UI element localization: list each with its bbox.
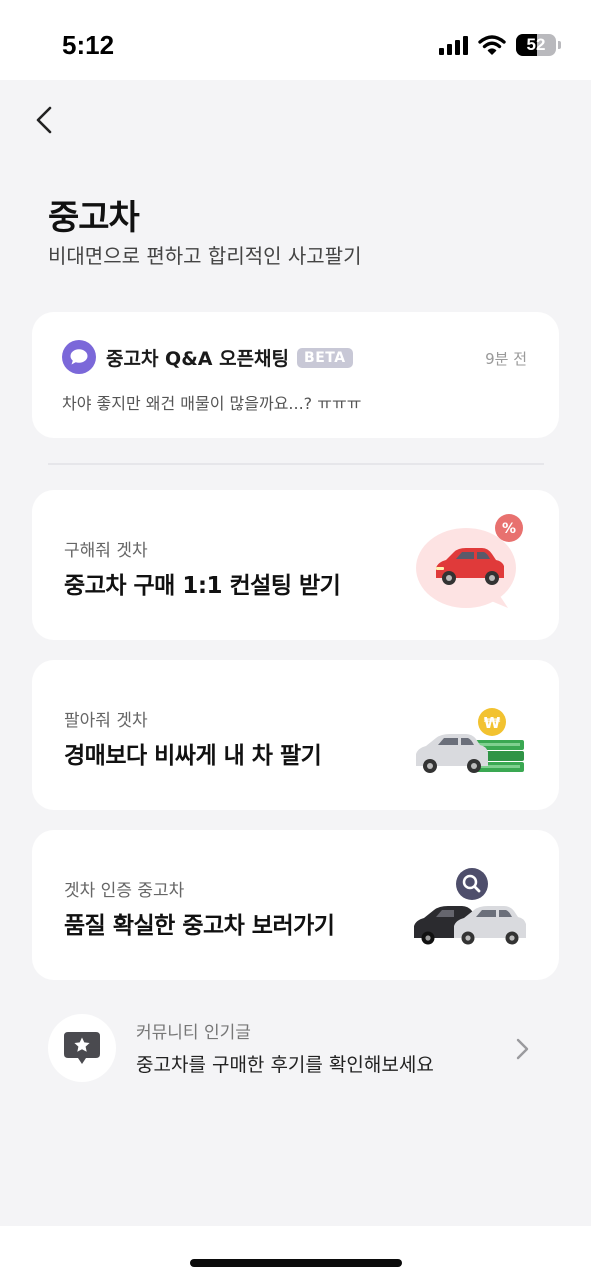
open-chat-card[interactable]: 중고차 Q&A 오픈채팅 BETA 9분 전 차야 좋지만 왜건 매물이 많을까…	[32, 312, 559, 438]
cars-search-icon	[414, 868, 526, 945]
service-title: 중고차 구매 1:1 컨설팅 받기	[64, 573, 341, 599]
service-label: 구해줘 겟차	[64, 541, 148, 561]
battery-icon: 52	[516, 34, 556, 56]
home-indicator[interactable]	[190, 1259, 402, 1267]
chat-bubble-icon	[62, 340, 96, 374]
chevron-right-icon	[516, 1038, 529, 1060]
community-text: 중고차를 구매한 후기를 확인해보세요	[136, 1054, 434, 1076]
page-title: 중고차	[48, 198, 140, 238]
certified-cars-card[interactable]: 겟차 인증 중고차 품질 확실한 중고차 보러가기	[32, 830, 559, 980]
cellular-signal-icon	[439, 35, 468, 55]
wifi-icon	[478, 35, 506, 55]
chat-message: 차야 좋지만 왜건 매물이 많을까요...? ㅠㅠㅠ	[62, 394, 362, 413]
buy-consulting-card[interactable]: 구해줘 겟차 중고차 구매 1:1 컨설팅 받기 %	[32, 490, 559, 640]
status-time: 5:12	[62, 30, 115, 60]
page-subtitle: 비대면으로 편하고 합리적인 사고팔기	[48, 244, 362, 268]
car-money-won-icon: ₩	[416, 708, 524, 773]
sell-car-card[interactable]: 팔아줘 겟차 경매보다 비싸게 내 차 팔기 ₩	[32, 660, 559, 810]
chat-title: 중고차 Q&A 오픈채팅 BETA	[106, 344, 353, 371]
status-bar: 5:12 52	[0, 0, 591, 80]
community-popular-row[interactable]: 커뮤니티 인기글 중고차를 구매한 후기를 확인해보세요	[48, 1014, 544, 1084]
status-icons: 52	[439, 34, 561, 56]
divider	[48, 463, 544, 465]
battery-level: 52	[526, 35, 546, 54]
back-button[interactable]	[28, 100, 68, 140]
beta-badge: BETA	[297, 347, 353, 368]
svg-text:₩: ₩	[484, 714, 501, 732]
battery-cap	[558, 41, 561, 49]
chat-time: 9분 전	[485, 350, 527, 368]
community-label: 커뮤니티 인기글	[136, 1023, 251, 1043]
service-label: 팔아줘 겟차	[64, 711, 148, 731]
service-title: 품질 확실한 중고차 보러가기	[64, 913, 335, 939]
chevron-left-icon	[36, 106, 52, 134]
service-label: 겟차 인증 중고차	[64, 881, 185, 901]
bottom-safe-area	[0, 1226, 591, 1280]
star-chat-icon	[48, 1014, 116, 1082]
chat-title-text: 중고차 Q&A 오픈채팅	[106, 348, 290, 370]
red-car-percent-icon: %	[416, 514, 523, 608]
service-title: 경매보다 비싸게 내 차 팔기	[64, 743, 322, 769]
svg-text:%: %	[502, 521, 516, 537]
